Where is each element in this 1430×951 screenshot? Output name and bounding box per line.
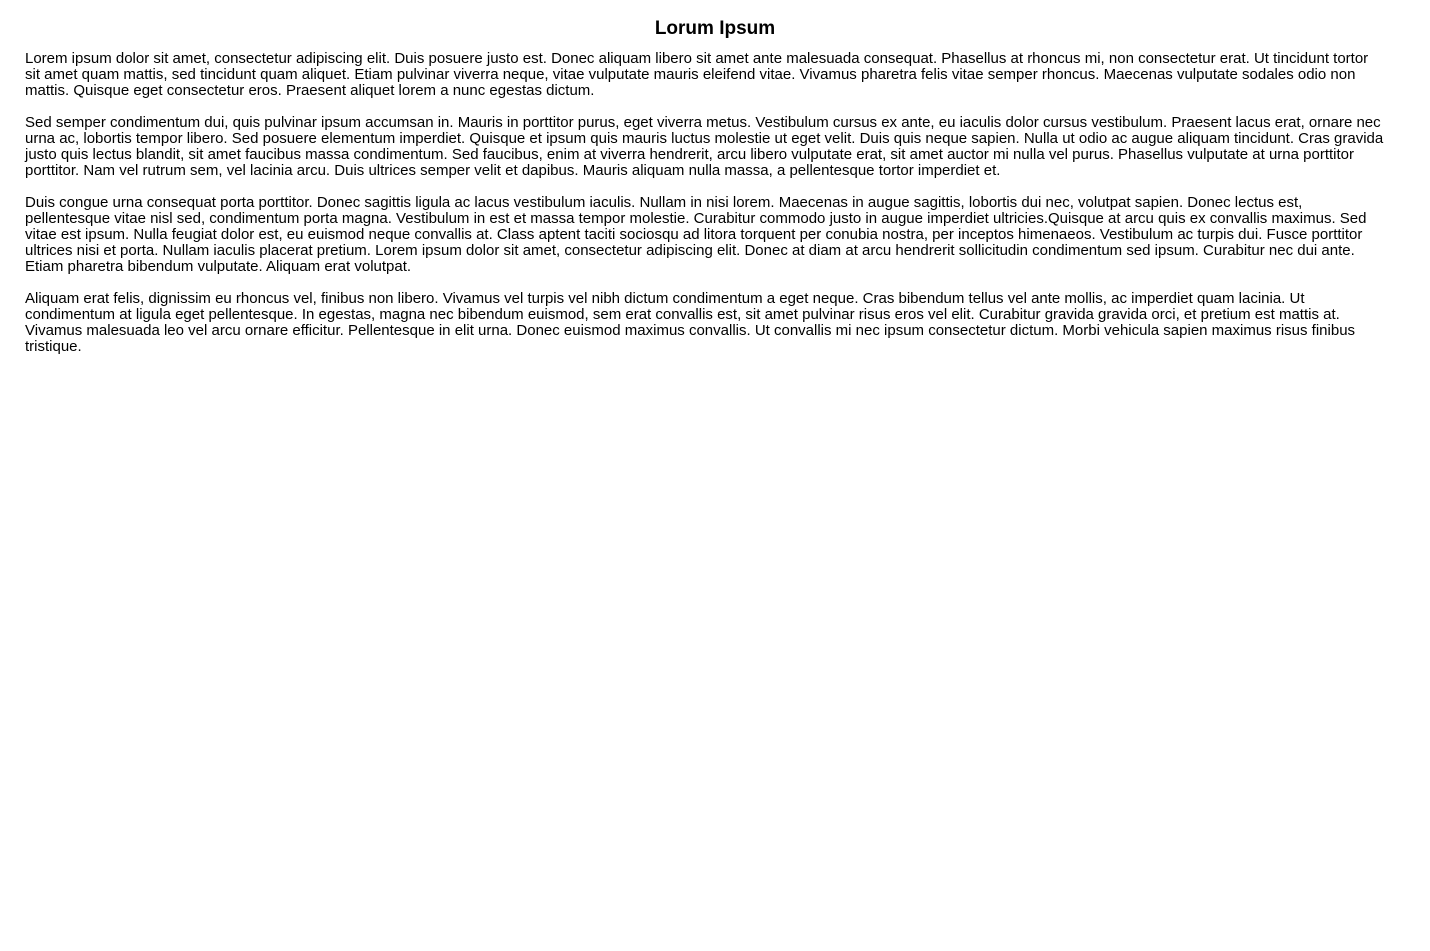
paragraph: Aliquam erat felis, dignissim eu rhoncus… <box>25 290 1356 355</box>
paragraph: Sed semper condimentum dui, quis pulvina… <box>25 114 1384 179</box>
page-title: Lorum Ipsum <box>654 18 776 39</box>
document-page: Lorum Ipsum Lorem ipsum dolor sit amet, … <box>0 0 1430 951</box>
paragraph: Lorem ipsum dolor sit amet, consectetur … <box>25 50 1369 99</box>
paragraph: Duis congue urna consequat porta porttit… <box>25 194 1367 275</box>
